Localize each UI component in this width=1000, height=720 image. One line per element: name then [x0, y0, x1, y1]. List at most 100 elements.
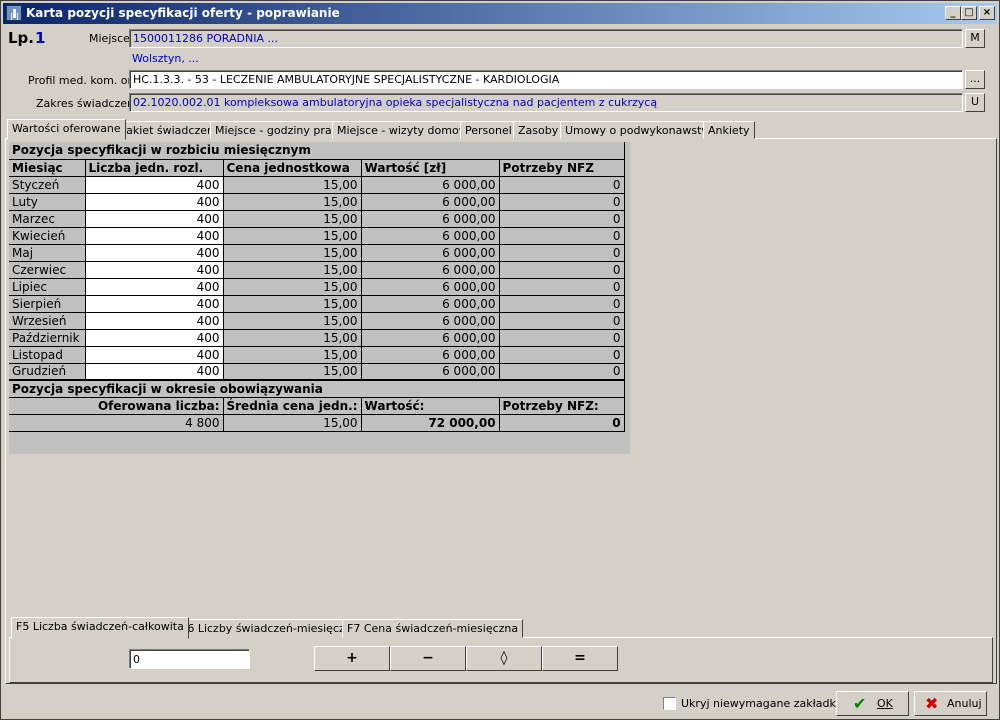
table-row: Kwiecień 400 15,00 6 000,00 0 [9, 227, 625, 245]
quantity-cell[interactable]: 400 [85, 244, 224, 262]
value-cell: 6 000,00 [361, 329, 500, 347]
quantity-cell[interactable]: 400 [85, 176, 224, 194]
tab-personel[interactable]: Personel [460, 121, 517, 139]
table-row: Maj 400 15,00 6 000,00 0 [9, 244, 625, 262]
table-row: Listopad 400 15,00 6 000,00 0 [9, 346, 625, 364]
value-cell: 6 000,00 [361, 346, 500, 364]
nfz-cell: 0 [499, 227, 625, 245]
nfz-cell: 0 [499, 210, 625, 228]
col-header-potrzeby: Potrzeby NFZ [499, 159, 625, 177]
address-link[interactable]: Wolsztyn, ... [132, 52, 199, 65]
month-cell: Styczeń [9, 176, 86, 194]
tab-pakiet[interactable]: Pakiet świadczeń [115, 121, 219, 139]
quantity-cell[interactable]: 400 [85, 278, 224, 296]
zakres-field: 02.1020.002.01 kompleksowa ambulatoryjna… [129, 93, 963, 112]
nfz-cell: 0 [499, 261, 625, 279]
quantity-cell[interactable]: 400 [85, 193, 224, 211]
tab-miejsce-godziny[interactable]: Miejsce - godziny pracy [210, 121, 350, 139]
price-cell: 15,00 [223, 312, 362, 330]
col-header-liczba: Liczba jedn. rozl. [85, 159, 224, 177]
price-cell: 15,00 [223, 261, 362, 279]
quantity-cell[interactable]: 400 [85, 261, 224, 279]
month-cell: Grudzień [9, 363, 86, 381]
tab-f7-cena-miesieczna[interactable]: F7 Cena świadczeń-miesięczna [342, 619, 524, 638]
col-header-cena: Cena jednostkowa [223, 159, 362, 177]
price-cell: 15,00 [223, 176, 362, 194]
nfz-cell: 0 [499, 278, 625, 296]
quantity-cell[interactable]: 400 [85, 295, 224, 313]
sum-header-cena: Średnia cena jedn.: [223, 397, 362, 415]
col-header-miesiac: Miesiąc [9, 159, 86, 177]
tab-umowy[interactable]: Umowy o podwykonawstwo [560, 121, 723, 139]
price-cell: 15,00 [223, 295, 362, 313]
col-header-wartosc: Wartość [zł] [361, 159, 500, 177]
window-title: Karta pozycji specyfikacji oferty - popr… [26, 6, 340, 20]
nfz-cell: 0 [499, 363, 625, 381]
month-cell: Maj [9, 244, 86, 262]
profil-browse-button[interactable]: ... [965, 70, 985, 89]
nfz-cell: 0 [499, 329, 625, 347]
table-row: Marzec 400 15,00 6 000,00 0 [9, 210, 625, 228]
sum-cena-cell: 15,00 [223, 414, 362, 432]
nfz-cell: 0 [499, 244, 625, 262]
month-cell: Wrzesień [9, 312, 86, 330]
quantity-cell[interactable]: 400 [85, 312, 224, 330]
close-button[interactable]: × [979, 6, 995, 20]
quantity-cell[interactable]: 400 [85, 210, 224, 228]
maximize-button[interactable]: □ [961, 6, 977, 20]
tab-zasoby[interactable]: Zasoby [513, 121, 564, 139]
app-icon [6, 5, 22, 21]
price-cell: 15,00 [223, 278, 362, 296]
minimize-button[interactable]: _ [945, 6, 961, 20]
hide-tabs-label: Ukryj niewymagane zakładki [681, 697, 839, 710]
quantity-cell[interactable]: 400 [85, 363, 224, 381]
lp-label: Lp. [8, 29, 34, 47]
table-row: Wrzesień 400 15,00 6 000,00 0 [9, 312, 625, 330]
tab-f5-liczba-calkowita[interactable]: F5 Liczba świadczeń-całkowita [11, 617, 189, 639]
nfz-cell: 0 [499, 295, 625, 313]
value-cell: 6 000,00 [361, 312, 500, 330]
paperclip-button[interactable]: ◊ [466, 646, 542, 671]
equals-button[interactable]: = [542, 646, 618, 671]
price-cell: 15,00 [223, 363, 362, 381]
ok-label: OK [877, 697, 893, 710]
cancel-button[interactable]: ✖ Anuluj [914, 691, 987, 716]
sum-potrzeby-cell: 0 [499, 414, 625, 432]
tab-wartosci[interactable]: Wartości oferowane [7, 119, 126, 140]
table-row: Lipiec 400 15,00 6 000,00 0 [9, 278, 625, 296]
subtract-button[interactable]: − [390, 646, 466, 671]
month-cell: Kwiecień [9, 227, 86, 245]
table-row: Grudzień 400 15,00 6 000,00 0 [9, 363, 625, 381]
month-cell: Lipiec [9, 278, 86, 296]
quantity-cell[interactable]: 400 [85, 227, 224, 245]
value-cell: 6 000,00 [361, 210, 500, 228]
price-cell: 15,00 [223, 210, 362, 228]
hide-tabs-checkbox[interactable] [663, 697, 676, 710]
tab-ankiety[interactable]: Ankiety [703, 121, 755, 139]
quantity-cell[interactable]: 400 [85, 346, 224, 364]
monthly-table: Pozycja specyfikacji w rozbiciu miesięcz… [9, 142, 625, 432]
tab-miejsce-wizyty[interactable]: Miejsce - wizyty domowe [332, 121, 480, 139]
nfz-cell: 0 [499, 346, 625, 364]
miejsce-button[interactable]: M [965, 29, 985, 48]
profil-field[interactable]: HC.1.3.3. - 53 - LECZENIE AMBULATORYJNE … [129, 70, 963, 89]
value-cell: 6 000,00 [361, 176, 500, 194]
value-cell: 6 000,00 [361, 193, 500, 211]
dialog-window: Karta pozycji specyfikacji oferty - popr… [0, 0, 1000, 720]
sum-header-potrzeby: Potrzeby NFZ: [499, 397, 625, 415]
month-cell: Październik [9, 329, 86, 347]
zakres-button[interactable]: U [965, 93, 985, 112]
quantity-cell[interactable]: 400 [85, 329, 224, 347]
value-cell: 6 000,00 [361, 363, 500, 381]
table-row: Styczeń 400 15,00 6 000,00 0 [9, 176, 625, 194]
ok-button[interactable]: ✔ OK [836, 691, 909, 716]
tab-f6-liczby-miesieczne[interactable]: F6 Liczby świadczeń-miesięczne [176, 619, 364, 638]
value-cell: 6 000,00 [361, 278, 500, 296]
month-cell: Czerwiec [9, 261, 86, 279]
value-cell: 6 000,00 [361, 295, 500, 313]
nfz-cell: 0 [499, 176, 625, 194]
add-button[interactable]: + [314, 646, 390, 671]
nfz-cell: 0 [499, 193, 625, 211]
total-count-input[interactable] [129, 649, 250, 669]
price-cell: 15,00 [223, 227, 362, 245]
